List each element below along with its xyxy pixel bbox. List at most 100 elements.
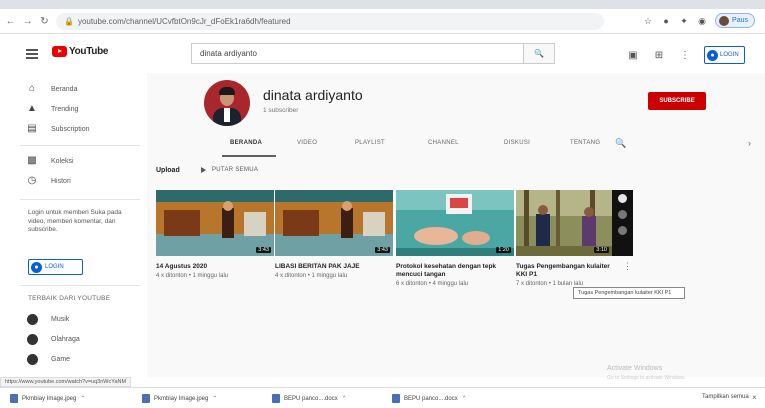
browser-tab-strip — [0, 0, 765, 9]
profile-avatar — [719, 15, 730, 26]
activate-windows-title: Activate Windows — [607, 365, 663, 372]
sync-icon[interactable]: ◉ — [697, 16, 707, 26]
tab-tentang[interactable]: TENTANG — [570, 140, 600, 146]
search-button[interactable]: 🔍 — [523, 43, 555, 64]
play-all-button[interactable]: PUTAR SEMUA — [201, 167, 258, 173]
sidebar-item-label: Histori — [51, 177, 71, 185]
video-thumbnail[interactable]: 3:43 — [275, 190, 393, 256]
subscribe-button[interactable]: SUBSCRIBE — [648, 92, 706, 110]
thumbnail-overlay-actions — [612, 190, 633, 256]
channel-avatar[interactable] — [204, 80, 250, 126]
file-icon — [142, 394, 150, 403]
sidebar-item-subscription[interactable]: ▤ Subscription — [0, 119, 147, 139]
video-thumbnail[interactable]: 3:10 — [516, 190, 612, 256]
video-thumbnail[interactable]: 1:20 — [396, 190, 514, 256]
video-camera-icon[interactable]: ▣ — [626, 50, 640, 61]
search-icon: 🔍 — [534, 49, 544, 58]
tab-beranda[interactable]: BERANDA — [230, 140, 262, 146]
chevron-up-icon[interactable]: ⌃ — [212, 395, 217, 402]
uploads-title[interactable]: Upload — [156, 167, 180, 174]
chevron-right-icon[interactable]: › — [748, 138, 751, 148]
forward-icon[interactable]: → — [21, 15, 34, 28]
channel-search-icon[interactable]: 🔍 — [615, 138, 626, 149]
download-filename: BEPU panco....docx — [284, 395, 338, 402]
video-title[interactable]: Protokol kesehatan dengan tepk mencuci t… — [396, 263, 514, 279]
history-icon: ◷ — [27, 175, 37, 186]
show-all-downloads[interactable]: Tampilkan semua — [702, 394, 749, 400]
sidebar-item-histori[interactable]: ◷ Histori — [0, 171, 147, 191]
profile-button[interactable]: Paus — [715, 13, 755, 28]
video-duration: 3:43 — [375, 247, 390, 253]
video-card[interactable]: 3:43 LIBASI BERITAN PAK JAJE 4 x ditonto… — [275, 190, 393, 280]
link-status-url: https://www.youtube.com/watch?v=uq3nWcYa… — [0, 377, 132, 387]
video-title-tooltip: Tugas Pengembangan kulaiter KKI P1 — [573, 287, 685, 299]
file-icon — [10, 394, 18, 403]
sidebar-item-trending[interactable]: ▲ Trending — [0, 99, 147, 119]
play-all-label: PUTAR SEMUA — [212, 167, 259, 173]
sidebar-item-beranda[interactable]: ⌂ Beranda — [0, 79, 147, 99]
download-filename: BEPU panco....docx — [404, 395, 458, 402]
close-icon[interactable]: × — [752, 393, 757, 402]
star-icon[interactable]: ☆ — [643, 16, 653, 26]
watch-later-icon[interactable] — [618, 194, 627, 203]
extension-icon[interactable]: ● — [661, 16, 671, 26]
download-item[interactable]: Pkmbiay Image.jpeg ⌃ — [142, 394, 217, 403]
login-label-top: LOGIN — [720, 52, 739, 58]
music-icon — [27, 313, 38, 325]
sidebar-item-musik[interactable]: Musik — [0, 309, 147, 329]
youtube-play-icon — [52, 46, 67, 57]
uploads-section: Upload PUTAR SEMUA 3:43 14 Agustus 2020 … — [147, 157, 765, 381]
subscriber-count: 1 subscriber — [263, 107, 299, 114]
add-to-queue-icon[interactable] — [618, 210, 627, 219]
download-item[interactable]: BEPU panco....docx ⌃ — [272, 394, 347, 403]
video-title[interactable]: 14 Agustus 2020 — [156, 263, 274, 271]
download-item[interactable]: Pkmbiay Image.jpeg ⌃ — [10, 394, 85, 403]
account-icon: ● — [707, 49, 718, 61]
more-vert-icon[interactable]: ⋮ — [678, 50, 692, 61]
menu-icon[interactable] — [26, 49, 38, 59]
video-menu-icon[interactable]: ⋮ — [623, 261, 632, 272]
sidebar-item-koleksi[interactable]: ▩ Koleksi — [0, 151, 147, 171]
download-filename: Pkmbiay Image.jpeg — [154, 395, 209, 402]
sidebar-login-prompt: Login untuk memberi Suka pada video, mem… — [28, 209, 122, 233]
video-card[interactable]: 1:20 Protokol kesehatan dengan tepk menc… — [396, 190, 514, 288]
sidebar-login-button[interactable]: ● LOGIN — [28, 259, 83, 275]
sidebar-item-label: Musik — [51, 315, 70, 323]
video-card[interactable]: 3:10 Tugas Pengembangan kulaiter KKI P1 … — [516, 190, 612, 288]
video-title[interactable]: LIBASI BERITAN PAK JAJE — [275, 263, 393, 271]
play-icon — [201, 167, 206, 173]
tab-channel[interactable]: CHANNEL — [428, 140, 459, 146]
sidebar-item-label: Olahraga — [51, 335, 80, 343]
tab-diskusi[interactable]: DISKUSI — [504, 140, 530, 146]
tab-playlist[interactable]: PLAYLIST — [355, 140, 385, 146]
video-card[interactable]: 3:43 14 Agustus 2020 4 x ditonton • 1 mi… — [156, 190, 274, 280]
sidebar-item-olahraga[interactable]: Olahraga — [0, 329, 147, 349]
channel-tabs: BERANDA VIDEO PLAYLIST CHANNEL DISKUSI T… — [147, 131, 765, 157]
search-input[interactable] — [191, 43, 523, 64]
video-thumbnail[interactable]: 3:43 — [156, 190, 274, 256]
gaming-icon — [27, 353, 38, 365]
apps-grid-icon[interactable]: ⊞ — [652, 50, 666, 61]
sidebar-item-label: Trending — [51, 105, 79, 113]
channel-header: dinata ardiyanto 1 subscriber SUBSCRIBE … — [147, 73, 765, 157]
login-button-top[interactable]: ● LOGIN — [704, 46, 745, 64]
reload-icon[interactable]: ↻ — [38, 15, 51, 28]
back-icon[interactable]: ← — [4, 15, 17, 28]
sidebar-item-label: Subscription — [51, 125, 90, 133]
more-icon[interactable] — [618, 226, 627, 235]
youtube-logo[interactable]: YouTube — [52, 46, 109, 57]
sidebar-divider — [20, 285, 140, 286]
video-title[interactable]: Tugas Pengembangan kulaiter KKI P1 — [516, 263, 612, 279]
tab-video[interactable]: VIDEO — [297, 140, 317, 146]
chevron-up-icon[interactable]: ⌃ — [80, 395, 85, 402]
youtube-wordmark: YouTube — [69, 46, 109, 57]
video-meta: 4 x ditonton • 1 minggu lalu — [156, 273, 229, 279]
chevron-up-icon[interactable]: ⌃ — [342, 395, 347, 402]
address-bar[interactable]: 🔒 youtube.com/channel/UCvfbtOn9cJr_dFoEk… — [56, 13, 604, 30]
download-item[interactable]: BEPU panco....docx ⌃ — [392, 394, 467, 403]
sidebar-item-label: Koleksi — [51, 157, 74, 165]
chevron-up-icon[interactable]: ⌃ — [462, 395, 467, 402]
sidebar-item-game[interactable]: Game — [0, 349, 147, 369]
video-meta: 4 x ditonton • 1 minggu lalu — [275, 273, 348, 279]
puzzle-icon[interactable]: ✦ — [679, 16, 689, 26]
